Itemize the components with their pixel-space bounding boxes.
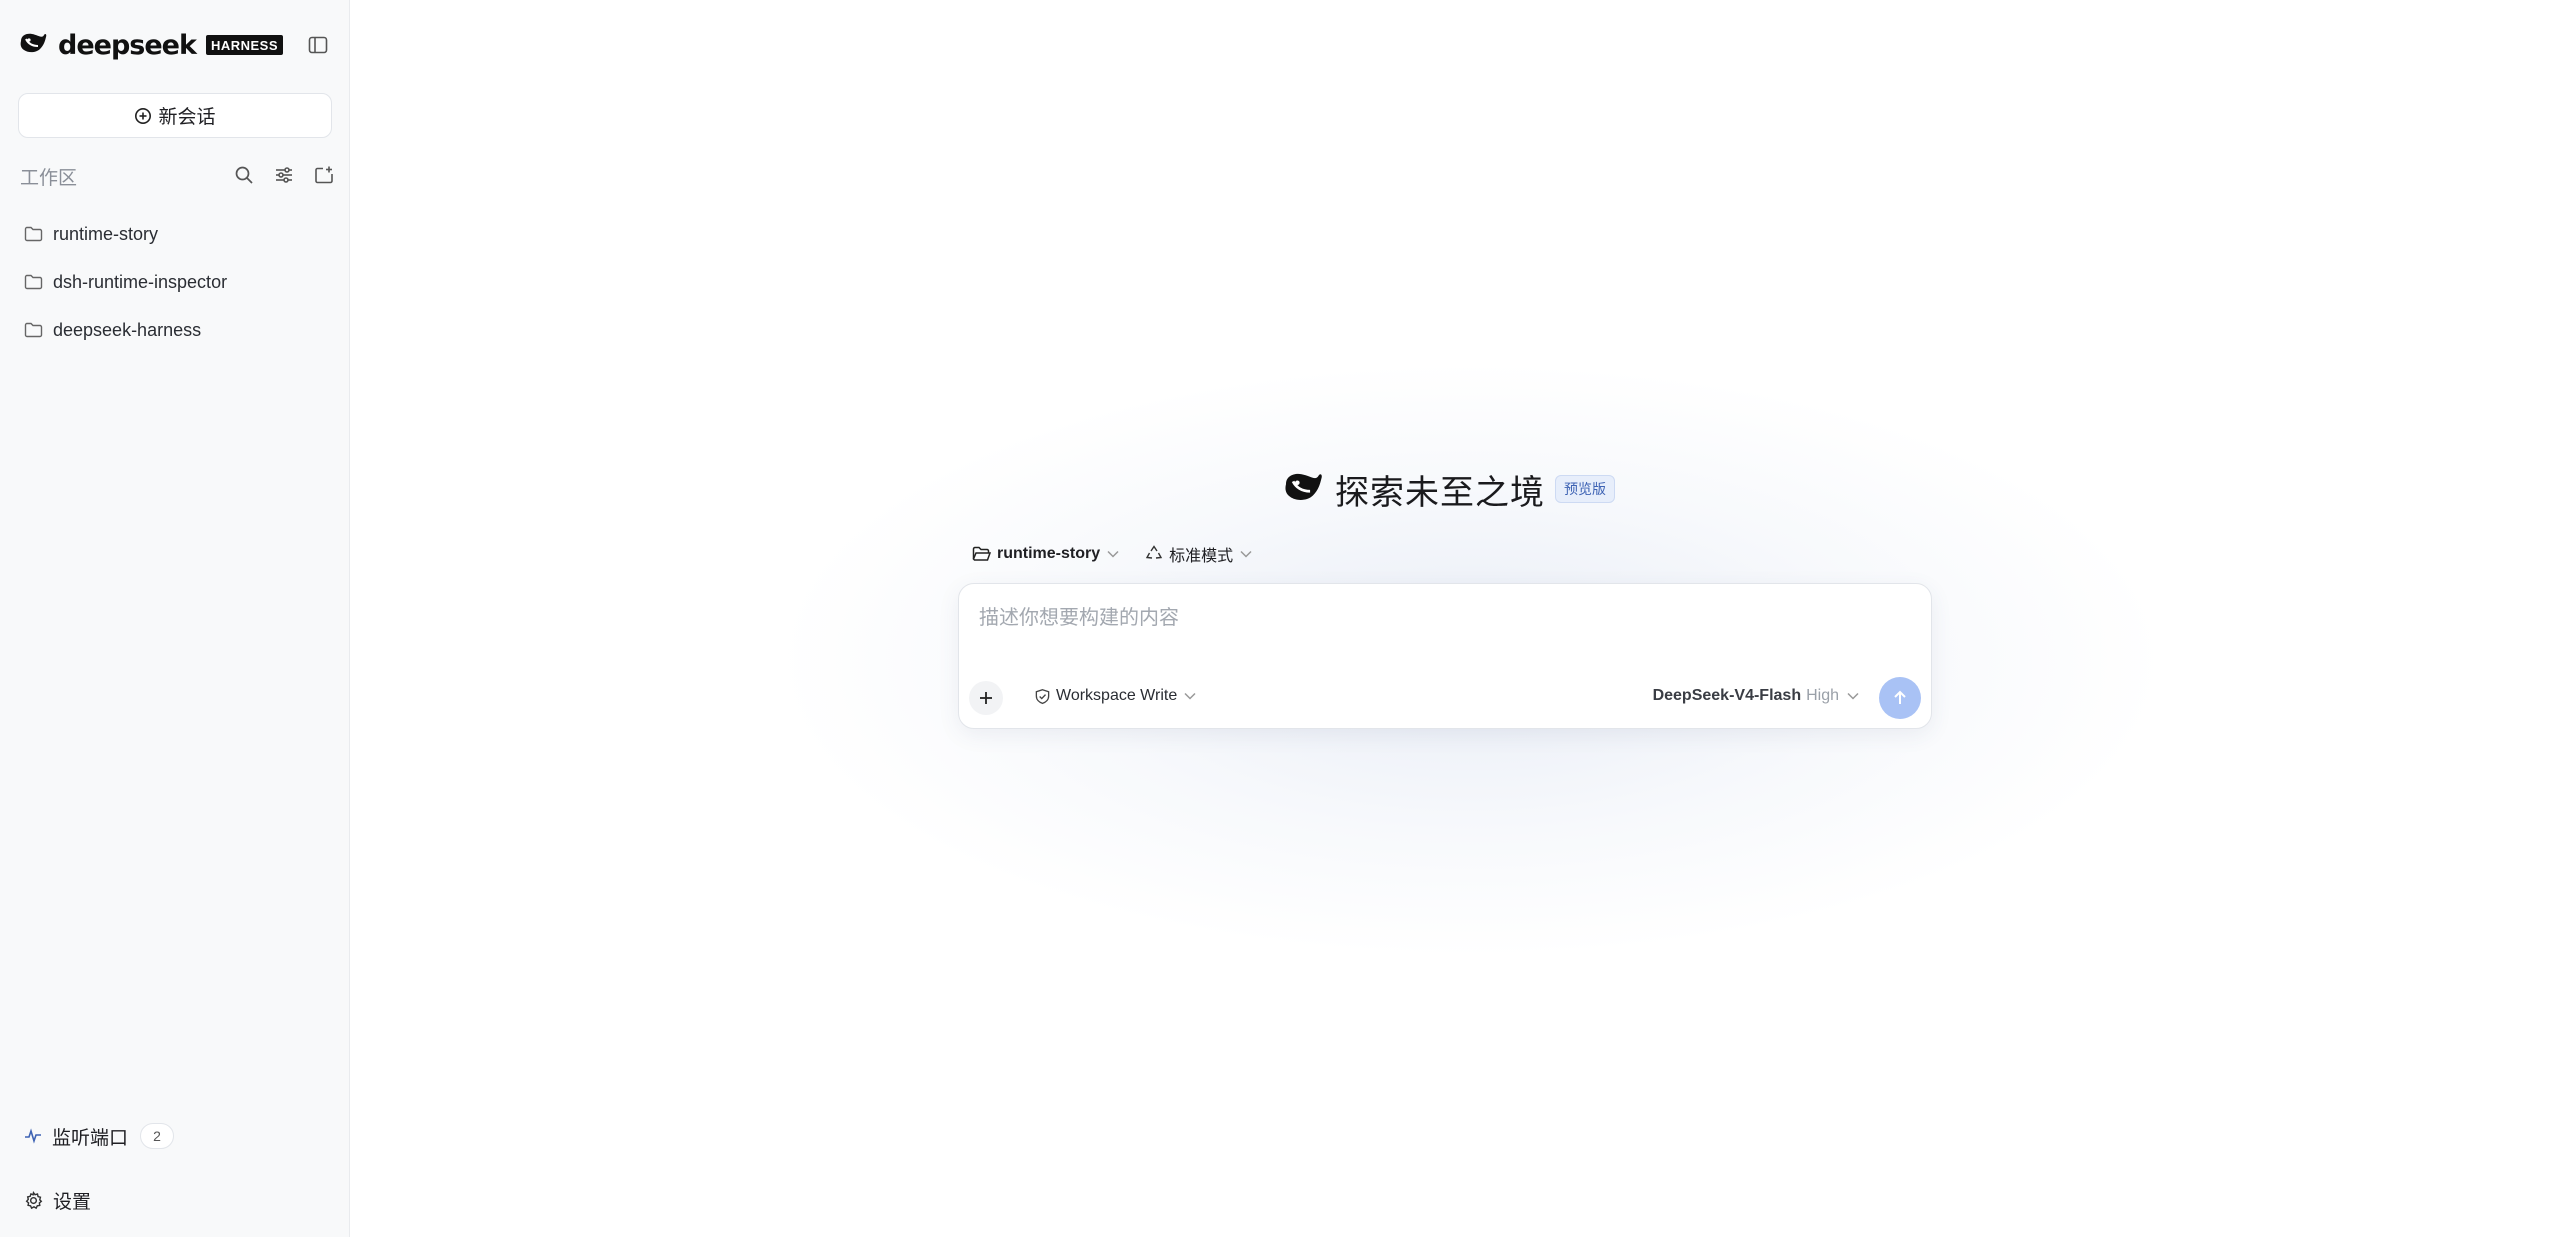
prompt-composer: Workspace Write DeepSeek-V4-Flash High <box>958 583 1932 729</box>
plus-icon <box>980 692 992 704</box>
chevron-down-icon <box>1107 550 1119 558</box>
whale-logo-icon <box>1281 470 1325 509</box>
send-button[interactable] <box>1879 677 1921 719</box>
chevron-down-icon <box>1240 550 1252 558</box>
brand-name: deepseek <box>58 29 197 61</box>
settings-item[interactable]: 设置 <box>24 1186 91 1214</box>
workspace-selector-label: runtime-story <box>997 545 1101 562</box>
folder-list: runtime-story dsh-runtime-inspector deep… <box>24 210 334 354</box>
whale-logo-icon <box>18 31 48 60</box>
folder-icon <box>24 274 43 290</box>
folder-label: runtime-story <box>53 223 159 244</box>
model-selector[interactable]: DeepSeek-V4-Flash High <box>1653 687 1859 705</box>
context-selectors: runtime-story 标准模式 <box>972 542 1252 566</box>
folder-open-icon <box>972 546 991 561</box>
main-area: 探索未至之境 预览版 runtime-story 标准模式 描述你想要构建的内容… <box>351 0 2560 1237</box>
monitor-ports-label: 监听端口 <box>52 1127 129 1149</box>
recycle-icon <box>1145 545 1163 559</box>
folder-item[interactable]: runtime-story <box>24 210 334 258</box>
plus-circle-icon <box>135 107 152 124</box>
folder-icon <box>24 226 43 242</box>
gear-icon <box>25 1190 43 1209</box>
brand-badge: HARNESS <box>205 35 284 55</box>
chevron-down-icon <box>1184 692 1196 700</box>
folder-label: dsh-runtime-inspector <box>53 271 228 292</box>
folder-item[interactable]: deepseek-harness <box>24 306 334 354</box>
mode-selector-label: 标准模式 <box>1169 548 1234 565</box>
hero-title: 探索未至之境 <box>1335 473 1545 512</box>
monitor-ports-item[interactable]: 监听端口 2 <box>24 1122 175 1150</box>
search-icon[interactable] <box>233 164 255 186</box>
chevron-down-icon <box>1847 692 1859 700</box>
folder-label: deepseek-harness <box>53 319 202 340</box>
sidebar: deepseek HARNESS 新会话 工作区 runtime-story d… <box>0 0 350 1237</box>
activity-icon <box>25 1128 41 1144</box>
prompt-input[interactable] <box>979 600 1879 636</box>
permission-label: Workspace Write <box>1056 687 1178 704</box>
preview-badge: 预览版 <box>1555 475 1615 503</box>
monitor-count-badge: 2 <box>140 1123 175 1149</box>
hero-heading: 探索未至之境 预览版 <box>1281 465 1615 513</box>
model-name: DeepSeek-V4-Flash <box>1652 687 1802 704</box>
permission-selector[interactable]: Workspace Write <box>1034 687 1196 705</box>
settings-label: 设置 <box>53 1191 92 1213</box>
folder-item[interactable]: dsh-runtime-inspector <box>24 258 334 306</box>
attach-button[interactable] <box>969 681 1003 715</box>
workspace-title: 工作区 <box>20 167 78 189</box>
folder-plus-icon[interactable] <box>313 164 335 186</box>
workspace-header: 工作区 <box>20 162 335 190</box>
mode-selector[interactable]: 标准模式 <box>1145 542 1252 566</box>
brand: deepseek HARNESS <box>18 29 284 61</box>
new-chat-button[interactable]: 新会话 <box>18 93 332 138</box>
arrow-up-icon <box>1894 690 1906 704</box>
folder-icon <box>24 322 43 338</box>
workspace-selector[interactable]: runtime-story <box>972 545 1119 563</box>
new-chat-label: 新会话 <box>158 107 216 128</box>
shield-icon <box>1035 688 1050 704</box>
model-level: High <box>1806 687 1839 704</box>
sliders-icon[interactable] <box>273 164 295 186</box>
sidebar-toggle-icon[interactable] <box>306 33 330 57</box>
